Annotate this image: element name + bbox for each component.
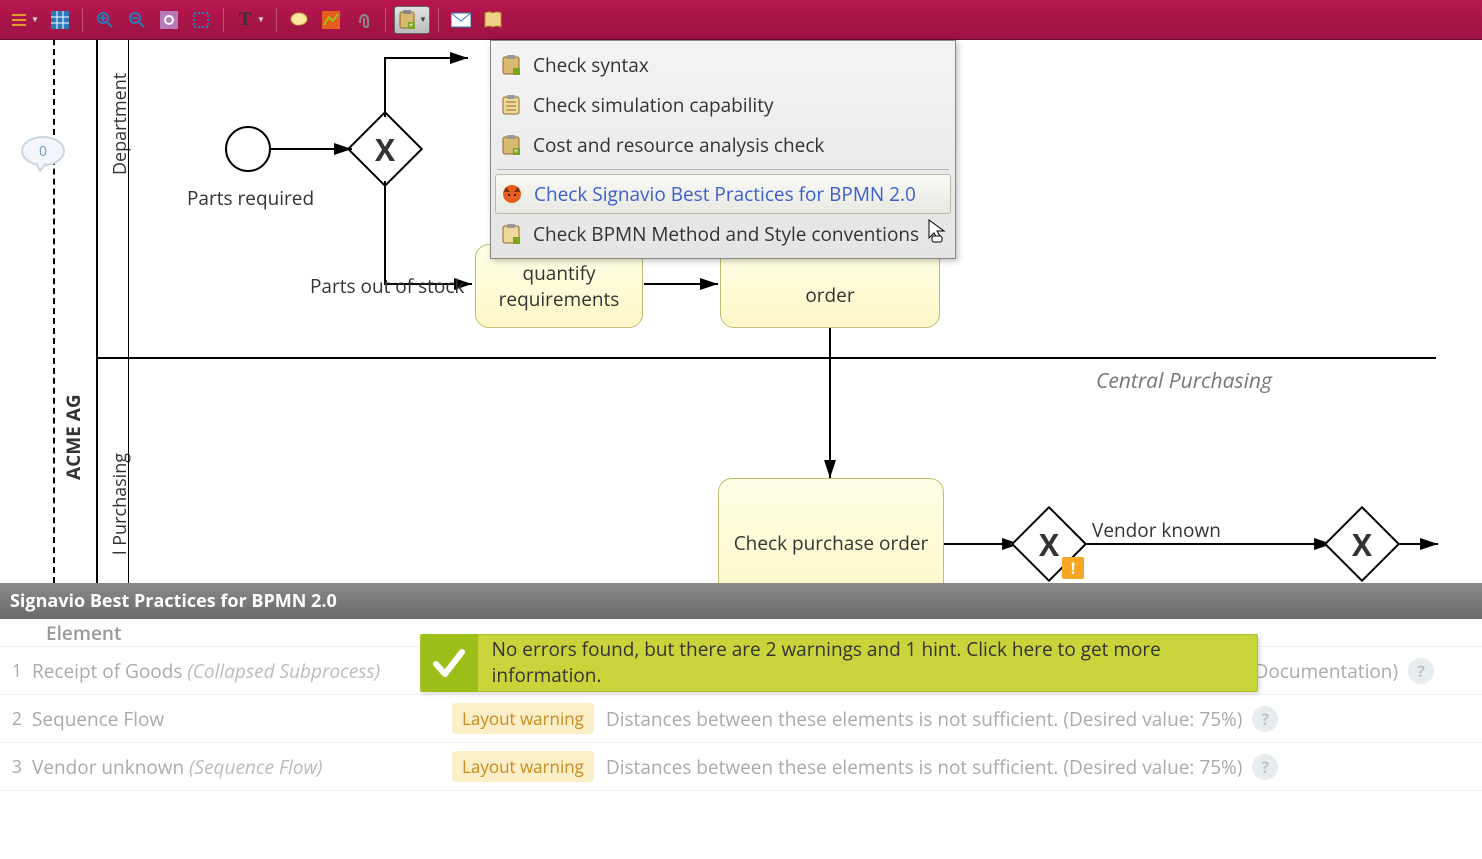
paperclip-icon <box>353 10 373 30</box>
task-text: order <box>805 282 854 308</box>
toolbar-check-button[interactable]: + ▼ <box>394 6 430 34</box>
svg-text:+: + <box>409 20 414 30</box>
dropdown-check-simulation[interactable]: Check simulation capability <box>491 85 955 125</box>
validation-panel: Signavio Best Practices for BPMN 2.0 Ele… <box>0 583 1482 859</box>
row-badge: Layout warning <box>452 751 594 782</box>
validation-panel-title: Signavio Best Practices for BPMN 2.0 <box>0 583 1482 619</box>
help-icon[interactable]: ? <box>1408 658 1434 684</box>
region-icon <box>191 10 211 30</box>
clipboard-icon <box>499 53 523 77</box>
task-text: requirements <box>499 286 620 312</box>
column-element: Element <box>46 620 122 646</box>
toolbar-grid-button[interactable] <box>46 6 74 34</box>
row-element: Sequence Flow <box>32 706 164 732</box>
dropdown-bpmn-method-style[interactable]: Check BPMN Method and Style conventions <box>491 214 955 254</box>
toolbar-zoom-fit-button[interactable] <box>155 6 183 34</box>
help-icon[interactable]: ? <box>1252 754 1278 780</box>
start-event[interactable] <box>225 126 271 172</box>
help-icon[interactable]: ? <box>1252 706 1278 732</box>
toolbar-mail-button[interactable] <box>447 6 475 34</box>
toolbar-separator <box>276 8 277 32</box>
warning-badge-icon: ! <box>1062 557 1084 579</box>
toolbar-separator <box>385 8 386 32</box>
toolbar-menu-button[interactable]: ▼ <box>6 6 42 34</box>
toolbar: ▼ T▼ + ▼ <box>0 0 1482 40</box>
row-element-sub: (Sequence Flow) <box>189 754 322 780</box>
toolbar-zoom-region-button[interactable] <box>187 6 215 34</box>
check-icon <box>421 634 478 692</box>
task-text: Check purchase order <box>734 530 929 556</box>
toolbar-comment-button[interactable] <box>285 6 313 34</box>
task-text: quantify <box>523 260 596 286</box>
dropdown-item-label: Check syntax <box>533 52 649 78</box>
clipboard-check-icon: + <box>397 10 417 30</box>
pool-boundary <box>53 40 55 583</box>
edge-label-out-of-stock: Parts out of stock <box>310 273 464 299</box>
toolbar-zoom-in-button[interactable] <box>91 6 119 34</box>
fox-icon <box>500 182 524 206</box>
dropdown-item-label: Check BPMN Method and Style conventions <box>533 221 919 247</box>
toolbar-attach-button[interactable] <box>349 6 377 34</box>
row-message: Distances between these elements is not … <box>606 706 1242 732</box>
dropdown-separator <box>497 169 949 170</box>
toolbar-separator <box>223 8 224 32</box>
gateway-exclusive-2[interactable]: X ! <box>1022 517 1076 571</box>
row-element-sub: (Collapsed Subprocess) <box>187 658 380 684</box>
validation-notification[interactable]: No errors found, but there are 2 warning… <box>420 634 1258 692</box>
comment-bubble-icon[interactable]: 0 <box>20 135 66 175</box>
dropdown-signavio-best-practices[interactable]: Check Signavio Best Practices for BPMN 2… <box>495 174 951 214</box>
lane2-header: Central Purchasing <box>1096 367 1272 395</box>
row-number: 2 <box>0 707 32 731</box>
mail-icon <box>451 10 471 30</box>
toolbar-chart-button[interactable] <box>317 6 345 34</box>
notification-text: No errors found, but there are 2 warning… <box>492 637 1257 688</box>
row-number: 1 <box>0 659 32 683</box>
dropdown-item-label: Check Signavio Best Practices for BPMN 2… <box>534 181 916 207</box>
zoom-fit-icon <box>159 10 179 30</box>
lane-boundary <box>96 40 98 583</box>
text-icon: T <box>235 10 255 30</box>
grid-icon <box>50 10 70 30</box>
toolbar-zoom-out-button[interactable] <box>123 6 151 34</box>
row-number: 3 <box>0 755 32 779</box>
toolbar-separator <box>438 8 439 32</box>
clipboard-plus-icon: + <box>499 133 523 157</box>
menu-icon <box>9 10 29 30</box>
chart-icon <box>321 10 341 30</box>
zoom-out-icon <box>127 10 147 30</box>
row-message: Distances between these elements is not … <box>606 754 1242 780</box>
validation-row[interactable]: 2 Sequence Flow Layout warning Distances… <box>0 695 1482 743</box>
toolbar-text-button[interactable]: T▼ <box>232 6 268 34</box>
clipboard-list-icon <box>499 93 523 117</box>
svg-text:+: + <box>514 146 519 156</box>
row-badge: Layout warning <box>452 703 594 734</box>
edge-label-vendor-known: Vendor known <box>1092 517 1221 543</box>
dropdown-item-label: Check simulation capability <box>533 92 774 118</box>
lane-divider <box>96 357 1436 359</box>
toolbar-separator <box>82 8 83 32</box>
task-check-purchase-order[interactable]: Check purchase order <box>718 478 944 583</box>
svg-text:0: 0 <box>39 142 47 161</box>
start-event-label: Parts required <box>187 185 314 211</box>
gateway-exclusive-1[interactable]: X <box>358 122 412 176</box>
check-dropdown-menu: Check syntax Check simulation capability… <box>490 40 956 259</box>
dropdown-item-label: Cost and resource analysis check <box>533 132 824 158</box>
row-element: Receipt of Goods <box>32 658 182 684</box>
toolbar-docs-button[interactable] <box>479 6 507 34</box>
row-element: Vendor unknown <box>32 754 184 780</box>
dropdown-check-syntax[interactable]: Check syntax <box>491 45 955 85</box>
clipboard-lines-icon <box>499 222 523 246</box>
pool-label: ACME AG <box>60 394 86 480</box>
zoom-in-icon <box>95 10 115 30</box>
book-icon <box>483 10 503 30</box>
gateway-exclusive-3[interactable]: X <box>1335 517 1389 571</box>
dropdown-cost-analysis[interactable]: + Cost and resource analysis check <box>491 125 955 165</box>
validation-row[interactable]: 3 Vendor unknown (Sequence Flow) Layout … <box>0 743 1482 791</box>
comment-icon <box>289 10 309 30</box>
cursor-icon <box>926 218 948 244</box>
